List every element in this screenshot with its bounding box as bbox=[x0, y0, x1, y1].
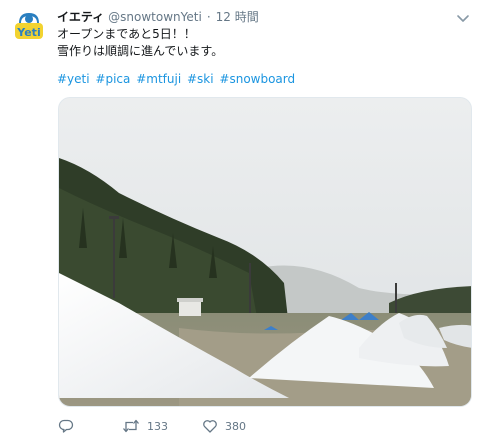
like-count: 380 bbox=[225, 419, 246, 433]
ski-slope-photo bbox=[59, 98, 471, 406]
heart-icon bbox=[203, 420, 217, 433]
hashtag-link[interactable]: #ski bbox=[187, 72, 214, 86]
hashtag-link[interactable]: #mtfuji bbox=[136, 72, 181, 86]
chevron-down-icon[interactable] bbox=[456, 10, 470, 22]
like-button[interactable]: 380 bbox=[202, 418, 246, 434]
hashtag-link[interactable]: #pica bbox=[95, 72, 130, 86]
tweet-text: オープンまであと5日！！ 雪作りは順調に進んでいます。 bbox=[57, 26, 223, 60]
tweet-header: イエティ @snowtownYeti · 12 時間 bbox=[57, 8, 259, 26]
avatar[interactable]: Yeti bbox=[10, 9, 48, 47]
reply-button[interactable] bbox=[58, 418, 76, 434]
retweet-icon bbox=[123, 419, 139, 433]
tweet-text-line: オープンまであと5日！！ bbox=[57, 27, 196, 41]
timestamp[interactable]: 12 時間 bbox=[216, 8, 259, 25]
tweet-text-line: 雪作りは順調に進んでいます。 bbox=[57, 44, 224, 58]
retweet-count: 133 bbox=[147, 419, 168, 433]
hashtag-link[interactable]: #snowboard bbox=[219, 72, 295, 86]
tweet-photo[interactable] bbox=[58, 97, 472, 407]
yeti-logo-icon: Yeti bbox=[10, 9, 48, 47]
display-name[interactable]: イエティ bbox=[57, 8, 104, 25]
tweet-actions: 133 380 bbox=[58, 416, 246, 436]
avatar-wordmark: Yeti bbox=[16, 26, 40, 39]
reply-icon bbox=[58, 419, 74, 433]
hashtag-list: #yeti #pica #mtfuji #ski #snowboard bbox=[57, 72, 297, 86]
separator-dot: · bbox=[206, 10, 211, 24]
retweet-button[interactable]: 133 bbox=[122, 418, 168, 434]
tweet-card[interactable]: Yeti イエティ @snowtownYeti · 12 時間 オープンまであと… bbox=[0, 0, 480, 441]
user-handle[interactable]: @snowtownYeti bbox=[108, 10, 202, 24]
hashtag-link[interactable]: #yeti bbox=[57, 72, 90, 86]
